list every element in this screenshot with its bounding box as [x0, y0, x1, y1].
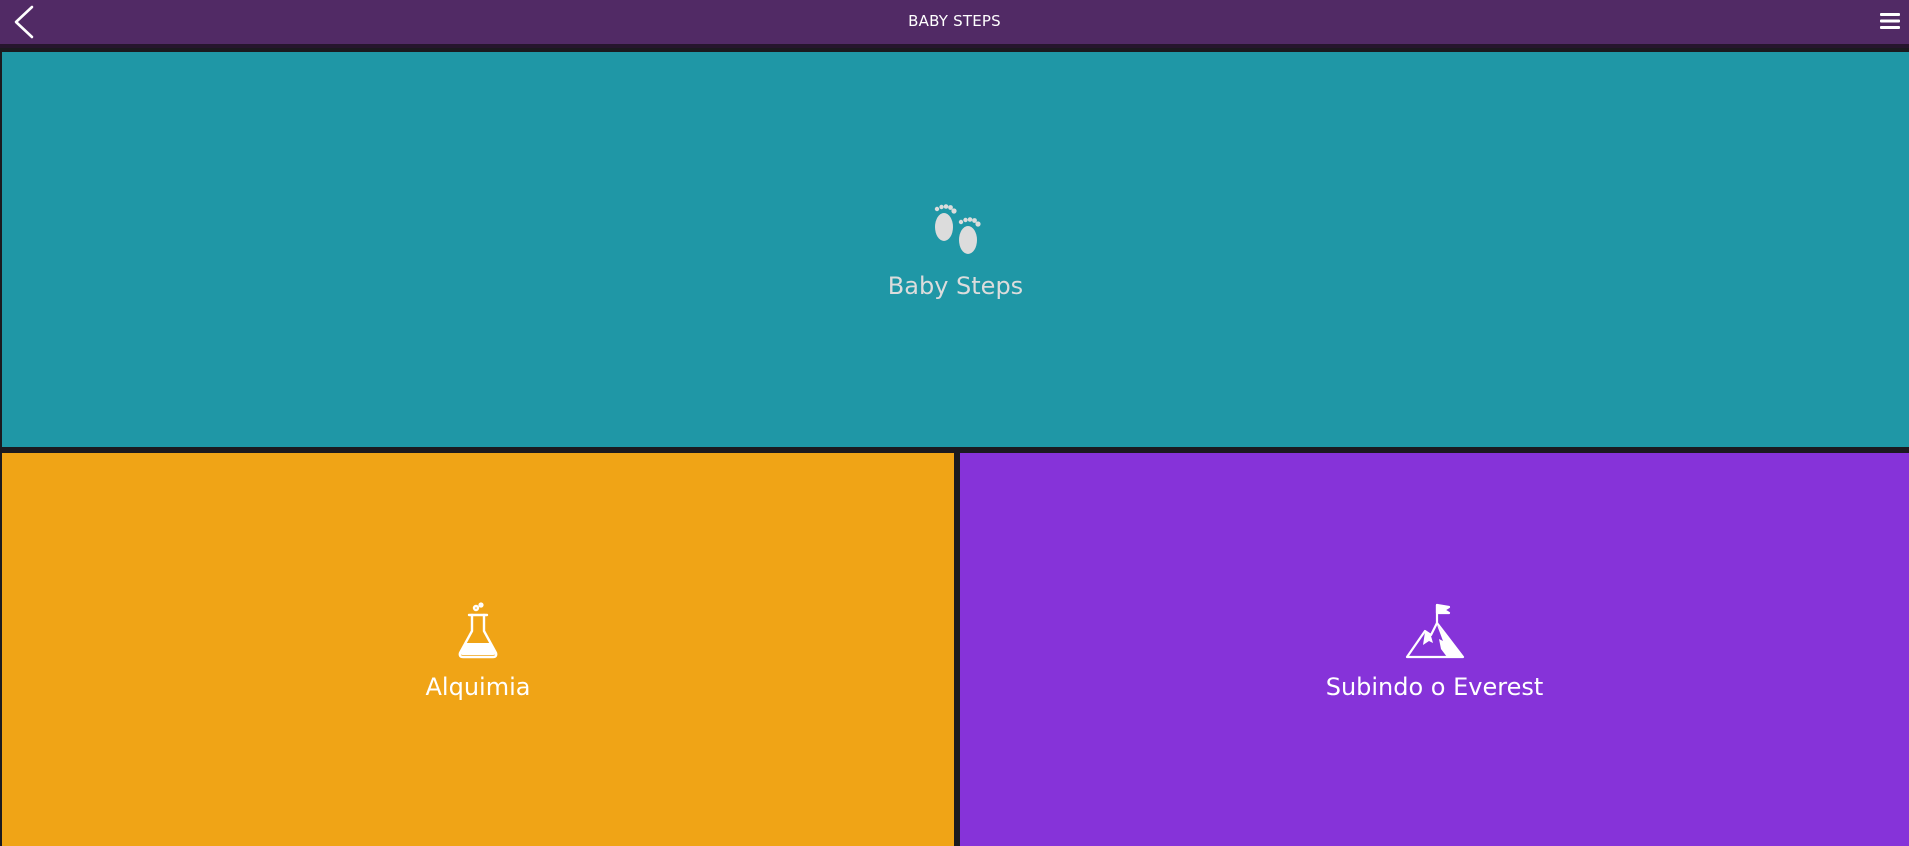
tile-baby-steps[interactable]: Baby Steps [2, 52, 1909, 447]
hamburger-menu-icon [1880, 13, 1900, 29]
footprints-icon [924, 200, 988, 264]
tile-label: Subindo o Everest [1325, 672, 1544, 701]
tile-alquimia[interactable]: Alquimia [2, 453, 954, 846]
page-title: BABY STEPS [908, 12, 1001, 30]
mountain-flag-icon [1403, 599, 1467, 663]
tile-label: Baby Steps [887, 271, 1024, 300]
top-bar: BABY STEPS [0, 0, 1909, 48]
tile-label: Alquimia [425, 672, 531, 701]
tile-subindo-o-everest[interactable]: Subindo o Everest [960, 453, 1909, 846]
flask-icon [446, 599, 510, 663]
menu-button[interactable] [1875, 6, 1905, 36]
